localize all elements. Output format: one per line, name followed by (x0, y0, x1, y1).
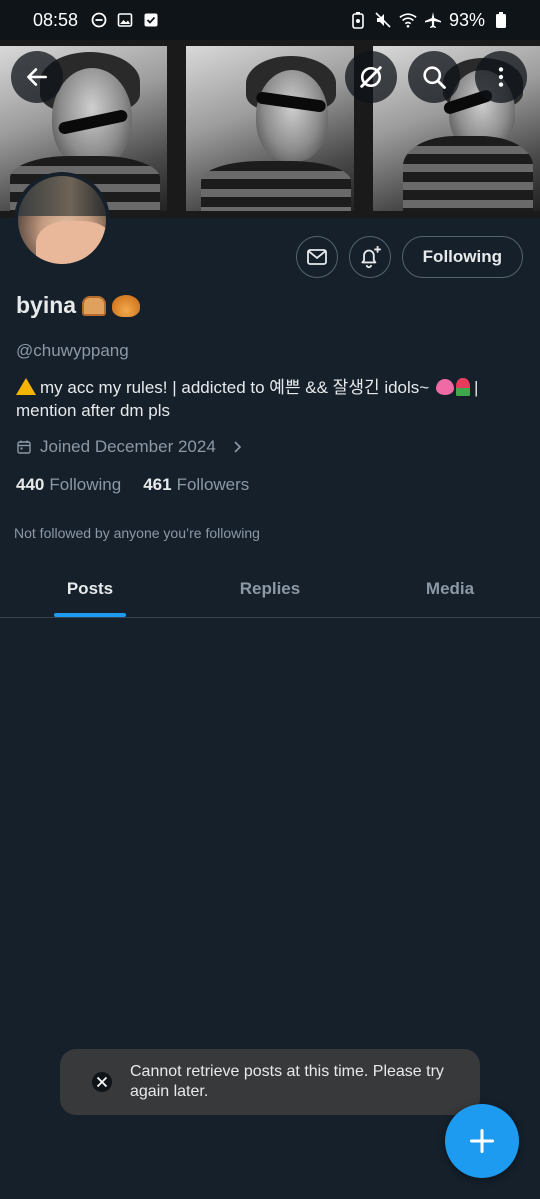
search-icon (423, 66, 446, 89)
display-name-text: byina (16, 292, 77, 318)
profile-bio: my acc my rules! | addicted to 예쁜 && 잘생긴… (16, 376, 516, 422)
user-handle: @chuwyppang (16, 341, 129, 360)
tab-replies-label: Replies (239, 578, 301, 598)
followers-count-number: 461 (143, 475, 172, 494)
warning-emoji (16, 378, 36, 395)
joined-text: Joined December 2024 (40, 437, 216, 456)
bio-line-2: mention after dm pls (16, 401, 171, 420)
profile-actions: Following (295, 236, 523, 278)
airplane-icon (424, 11, 442, 29)
bread-emoji (82, 295, 107, 316)
banner-photo-2 (186, 46, 354, 211)
joined-date[interactable]: Joined December 2024 (16, 437, 244, 457)
heart-emoji (435, 379, 454, 395)
checklist-icon (142, 11, 160, 29)
tab-media[interactable]: Media (360, 560, 540, 617)
notifications-button[interactable] (348, 236, 391, 278)
followers-count[interactable]: 461 Followers (143, 475, 249, 495)
do-not-disturb-icon (90, 11, 108, 29)
following-count-label: Following (49, 475, 122, 494)
grok-button[interactable] (345, 51, 397, 103)
avatar[interactable] (14, 172, 110, 268)
bell-plus-icon (361, 246, 381, 269)
toast-message: Cannot retrieve posts at this time. Plea… (130, 1063, 444, 1100)
wifi-icon (399, 11, 417, 29)
compose-button[interactable] (445, 1104, 519, 1178)
arrow-left-icon (27, 68, 47, 86)
follow-counts: 440 Following 461 Followers (16, 475, 249, 495)
tab-posts-label: Posts (66, 578, 114, 598)
more-button[interactable] (475, 51, 527, 103)
bio-text: my acc my rules! | addicted to 예쁜 && 잘생긴… (40, 378, 430, 397)
following-count-number: 440 (16, 475, 45, 494)
more-vertical-icon (498, 67, 504, 87)
bio-separator: | (473, 378, 479, 397)
back-button[interactable] (11, 51, 63, 103)
chevron-right-icon (234, 441, 241, 453)
mutual-followers-note: Not followed by anyone you’re following (14, 525, 260, 541)
grok-icon (360, 66, 382, 88)
following-count[interactable]: 440 Following (16, 475, 121, 495)
envelope-icon (306, 249, 327, 265)
battery-icon (492, 11, 510, 29)
active-tab-indicator (54, 613, 126, 617)
battery-percent: 93% (448, 9, 485, 30)
error-toast: Cannot retrieve posts at this time. Plea… (60, 1049, 480, 1115)
display-name: byina (16, 292, 141, 319)
gallery-icon (116, 11, 134, 29)
mute-icon (374, 11, 392, 29)
tulip-emoji (455, 378, 470, 396)
tab-replies[interactable]: Replies (180, 560, 360, 617)
x-logo-icon (92, 1072, 112, 1092)
message-button[interactable] (295, 236, 338, 278)
battery-saver-icon (349, 11, 367, 29)
calendar-icon (17, 440, 31, 454)
status-bar-left: 08:58 (33, 10, 160, 31)
followers-count-label: Followers (176, 475, 250, 494)
tab-posts[interactable]: Posts (0, 560, 180, 617)
search-button[interactable] (408, 51, 460, 103)
status-bar: 08:58 93% (0, 0, 540, 40)
following-button[interactable]: Following (401, 236, 523, 278)
tab-media-label: Media (425, 578, 475, 598)
status-time: 08:58 (33, 9, 79, 30)
plus-icon (469, 1128, 495, 1154)
croissant-emoji (112, 294, 141, 317)
status-bar-right: 93% (349, 10, 510, 31)
profile-tabs: Posts Replies Media (0, 560, 540, 618)
